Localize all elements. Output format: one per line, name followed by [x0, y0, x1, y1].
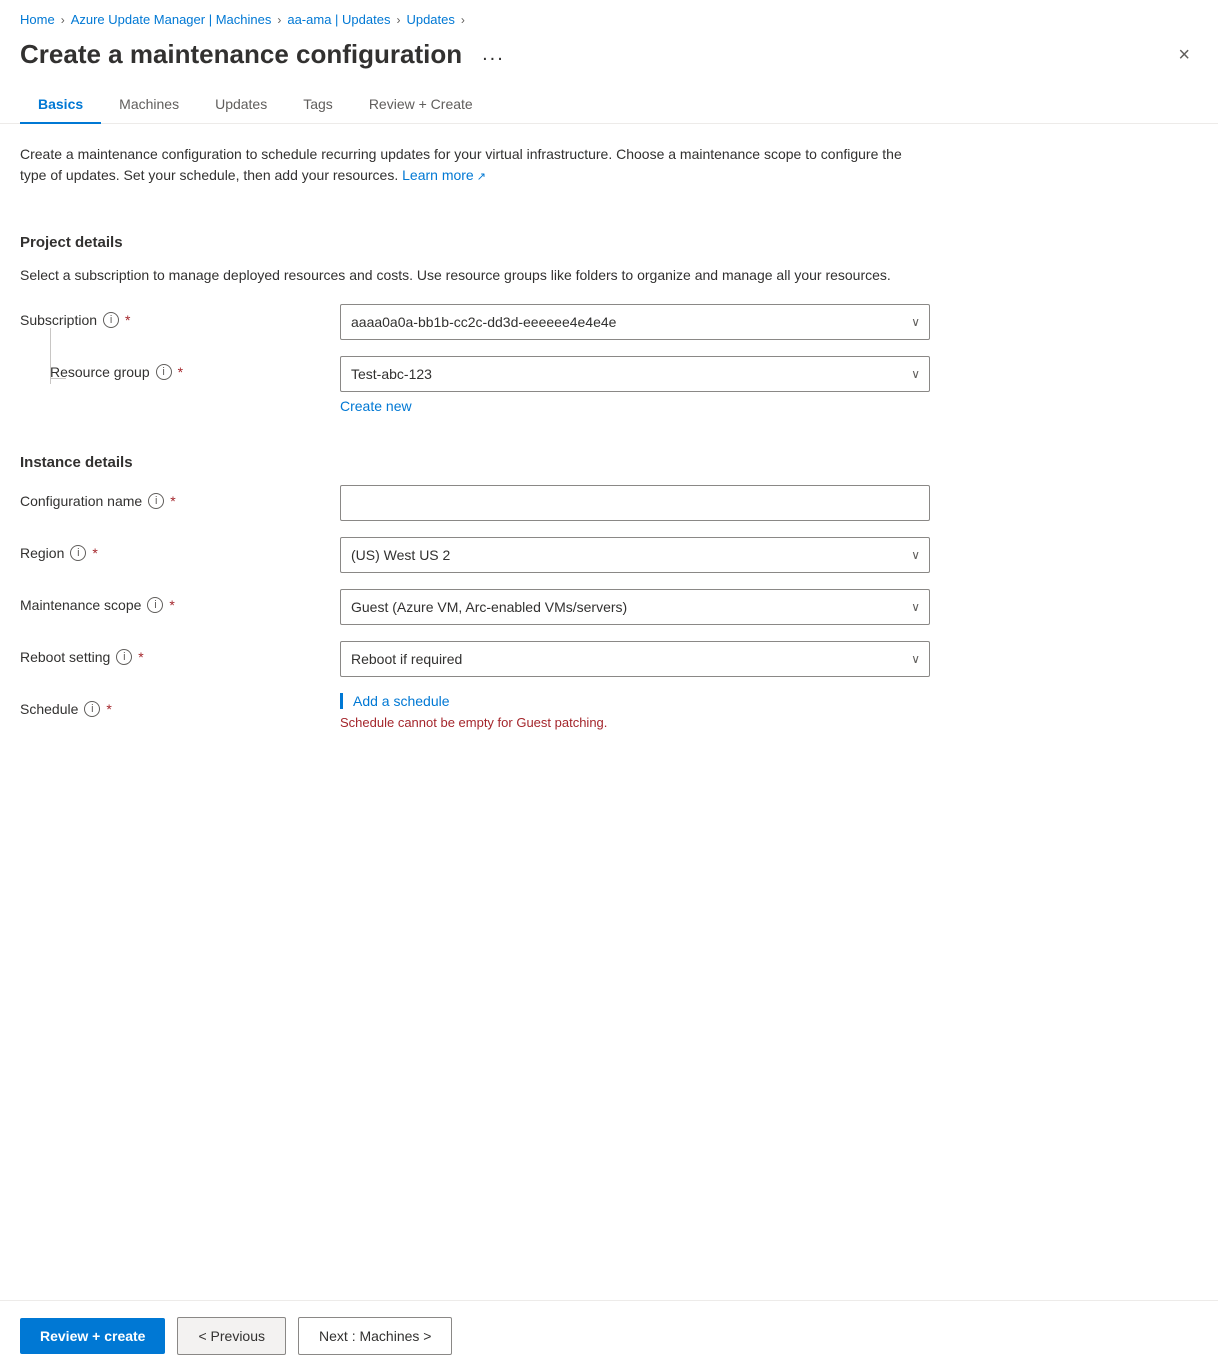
- breadcrumb-updates[interactable]: Updates: [406, 12, 454, 27]
- resource-group-row: Resource group i * Test-abc-123 ∨ Create…: [20, 356, 1198, 414]
- subscription-select-wrapper: aaaa0a0a-bb1b-cc2c-dd3d-eeeeee4e4e4e ∨: [340, 304, 930, 340]
- config-name-label-col: Configuration name i *: [20, 485, 340, 509]
- learn-more-link[interactable]: Learn more: [402, 167, 486, 183]
- schedule-label: Schedule: [20, 701, 78, 717]
- breadcrumb-aa-ama[interactable]: aa-ama | Updates: [287, 12, 390, 27]
- schedule-accent-border: Add a schedule: [340, 693, 930, 709]
- reboot-setting-label-col: Reboot setting i *: [20, 641, 340, 665]
- project-details-title: Project details: [20, 234, 1198, 251]
- reboot-setting-select-wrapper: Reboot if required ∨: [340, 641, 930, 677]
- region-select[interactable]: (US) West US 2: [340, 537, 930, 573]
- instance-details-title: Instance details: [20, 454, 1198, 471]
- reboot-setting-required: *: [138, 649, 143, 665]
- page-title: Create a maintenance configuration: [20, 39, 462, 70]
- reboot-setting-label: Reboot setting: [20, 649, 110, 665]
- subscription-label: Subscription: [20, 312, 97, 328]
- breadcrumb-home[interactable]: Home: [20, 12, 55, 27]
- region-select-wrapper: (US) West US 2 ∨: [340, 537, 930, 573]
- breadcrumb: Home › Azure Update Manager | Machines ›…: [0, 0, 1218, 35]
- region-required: *: [92, 545, 97, 561]
- footer: Review + create < Previous Next : Machin…: [0, 1300, 1218, 1371]
- create-new-link[interactable]: Create new: [340, 398, 930, 414]
- project-details-description: Select a subscription to manage deployed…: [20, 265, 920, 286]
- next-button[interactable]: Next : Machines >: [298, 1317, 452, 1355]
- tab-review-create[interactable]: Review + Create: [351, 86, 491, 124]
- config-name-control: [340, 485, 930, 521]
- resource-group-info-icon[interactable]: i: [156, 364, 172, 380]
- previous-button[interactable]: < Previous: [177, 1317, 286, 1355]
- tab-updates[interactable]: Updates: [197, 86, 285, 124]
- maintenance-scope-select[interactable]: Guest (Azure VM, Arc-enabled VMs/servers…: [340, 589, 930, 625]
- subscription-required: *: [125, 312, 130, 328]
- subscription-info-icon[interactable]: i: [103, 312, 119, 328]
- subscription-select[interactable]: aaaa0a0a-bb1b-cc2c-dd3d-eeeeee4e4e4e: [340, 304, 930, 340]
- header: Create a maintenance configuration ... ×: [0, 35, 1218, 86]
- reboot-setting-info-icon[interactable]: i: [116, 649, 132, 665]
- reboot-setting-row: Reboot setting i * Reboot if required ∨: [20, 641, 1198, 677]
- region-label-col: Region i *: [20, 537, 340, 561]
- main-content: Create a maintenance configuration to sc…: [0, 144, 1218, 826]
- add-schedule-link[interactable]: Add a schedule: [353, 693, 450, 709]
- resource-group-required: *: [178, 364, 183, 380]
- subscription-row: Subscription i * aaaa0a0a-bb1b-cc2c-dd3d…: [20, 304, 1198, 340]
- review-create-button[interactable]: Review + create: [20, 1318, 165, 1354]
- config-name-required: *: [170, 493, 175, 509]
- tab-machines[interactable]: Machines: [101, 86, 197, 124]
- tab-basics[interactable]: Basics: [20, 86, 101, 124]
- resource-group-control: Test-abc-123 ∨ Create new: [340, 356, 930, 414]
- subscription-label-col: Subscription i *: [20, 304, 340, 328]
- ellipsis-button[interactable]: ...: [476, 41, 511, 68]
- tabs-bar: Basics Machines Updates Tags Review + Cr…: [0, 86, 1218, 124]
- region-control: (US) West US 2 ∨: [340, 537, 930, 573]
- close-button[interactable]: ×: [1170, 41, 1198, 69]
- maintenance-scope-label-col: Maintenance scope i *: [20, 589, 340, 613]
- maintenance-scope-info-icon[interactable]: i: [147, 597, 163, 613]
- maintenance-scope-required: *: [169, 597, 174, 613]
- config-name-input[interactable]: [340, 485, 930, 521]
- page-description: Create a maintenance configuration to sc…: [20, 144, 920, 186]
- resource-group-select-wrapper: Test-abc-123 ∨: [340, 356, 930, 392]
- maintenance-scope-label: Maintenance scope: [20, 597, 141, 613]
- resource-group-label: Resource group: [50, 364, 150, 380]
- config-name-row: Configuration name i *: [20, 485, 1198, 521]
- resource-group-label-col: Resource group i *: [20, 356, 340, 380]
- schedule-required: *: [106, 701, 111, 717]
- resource-group-select[interactable]: Test-abc-123: [340, 356, 930, 392]
- schedule-error-text: Schedule cannot be empty for Guest patch…: [340, 715, 930, 730]
- subscription-control: aaaa0a0a-bb1b-cc2c-dd3d-eeeeee4e4e4e ∨: [340, 304, 930, 340]
- region-row: Region i * (US) West US 2 ∨: [20, 537, 1198, 573]
- schedule-control: Add a schedule Schedule cannot be empty …: [340, 693, 930, 730]
- schedule-label-col: Schedule i *: [20, 693, 340, 717]
- maintenance-scope-control: Guest (Azure VM, Arc-enabled VMs/servers…: [340, 589, 930, 625]
- maintenance-scope-row: Maintenance scope i * Guest (Azure VM, A…: [20, 589, 1198, 625]
- maintenance-scope-select-wrapper: Guest (Azure VM, Arc-enabled VMs/servers…: [340, 589, 930, 625]
- reboot-setting-select[interactable]: Reboot if required: [340, 641, 930, 677]
- region-info-icon[interactable]: i: [70, 545, 86, 561]
- reboot-setting-control: Reboot if required ∨: [340, 641, 930, 677]
- tab-tags[interactable]: Tags: [285, 86, 351, 124]
- schedule-row: Schedule i * Add a schedule Schedule can…: [20, 693, 1198, 730]
- region-label: Region: [20, 545, 64, 561]
- schedule-info-icon[interactable]: i: [84, 701, 100, 717]
- breadcrumb-update-manager[interactable]: Azure Update Manager | Machines: [71, 12, 272, 27]
- config-name-info-icon[interactable]: i: [148, 493, 164, 509]
- config-name-label: Configuration name: [20, 493, 142, 509]
